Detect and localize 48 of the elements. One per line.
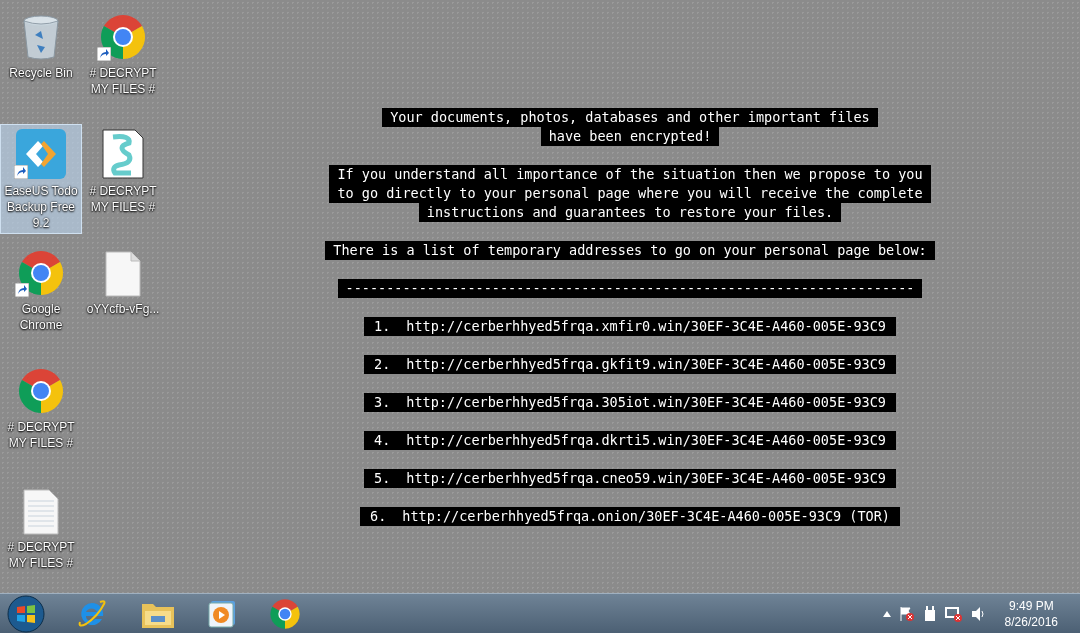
address-url: http://cerberhhyed5frqa.onion/30EF-3C4E-A460-005E-93C9 (TOR) [402, 507, 890, 526]
chrome-icon [99, 13, 147, 61]
address-url: http://cerberhhyed5frqa.gkfit9.win/30EF-3C4E-A460-005E-93C9 [406, 355, 886, 374]
backup-app-icon [16, 129, 66, 179]
icon-label: # DECRYPT MY FILES # [6, 419, 76, 451]
icon-label: Recycle Bin [8, 65, 74, 81]
address-number: 3. [374, 393, 391, 412]
power-plug-icon[interactable] [922, 605, 937, 622]
blank-file-icon [105, 251, 141, 297]
speaker-icon[interactable] [970, 605, 987, 622]
desktop-icon[interactable]: Recycle Bin [0, 6, 82, 84]
address-number: 1. [374, 317, 391, 336]
address-url: http://cerberhhyed5frqa.cneo59.win/30EF-3C4E-A460-005E-93C9 [406, 469, 886, 488]
chrome-icon [17, 367, 65, 415]
chrome-icon [269, 597, 301, 630]
chrome-icon [17, 249, 65, 297]
flag-icon[interactable] [898, 605, 915, 622]
address-number: 4. [374, 431, 391, 450]
show-hidden-icons-icon[interactable] [882, 610, 891, 617]
start-button-icon[interactable] [6, 593, 46, 633]
icon-label: Google Chrome [18, 301, 64, 333]
text-file-icon [23, 489, 59, 535]
icon-label: # DECRYPT MY FILES # [6, 539, 76, 571]
desktop-icon[interactable]: # DECRYPT MY FILES # [0, 360, 82, 454]
address-url: http://cerberhhyed5frqa.xmfir0.win/30EF-3C4E-A460-005E-93C9 [406, 317, 886, 336]
clock[interactable]: 9:49 PM 8/26/2016 [1004, 597, 1058, 630]
icon-label: oYYcfb-vFg... [85, 301, 161, 317]
icon-label: # DECRYPT MY FILES # [88, 183, 158, 215]
desktop-icon[interactable]: Google Chrome [0, 242, 82, 336]
desktop-icon[interactable]: EaseUS Todo Backup Free 9.2 [0, 124, 82, 234]
recycle-bin-icon [21, 13, 61, 61]
desktop-icon[interactable]: # DECRYPT MY FILES # [0, 480, 82, 574]
address-number: 2. [374, 355, 391, 374]
desktop-icon[interactable]: # DECRYPT MY FILES # [82, 6, 164, 100]
desktop-icon[interactable]: # DECRYPT MY FILES # [82, 124, 164, 218]
address-url: http://cerberhhyed5frqa.dkrti5.win/30EF-3C4E-A460-005E-93C9 [406, 431, 886, 450]
clock-date: 8/26/2016 [1004, 613, 1058, 630]
address-number: 6. [370, 507, 387, 526]
address-number: 5. [374, 469, 391, 488]
script-file-icon [101, 129, 145, 179]
icon-label: # DECRYPT MY FILES # [88, 65, 158, 97]
network-icon[interactable] [944, 605, 963, 622]
media-player-icon[interactable] [208, 599, 236, 628]
clock-time: 9:49 PM [1008, 597, 1054, 614]
icon-label: EaseUS Todo Backup Free 9.2 [3, 183, 79, 231]
desktop-icon[interactable]: oYYcfb-vFg... [82, 242, 164, 320]
browser-e-icon[interactable] [76, 597, 108, 630]
address-url: http://cerberhhyed5frqa.305iot.win/30EF-3C4E-A460-005E-93C9 [406, 393, 886, 412]
